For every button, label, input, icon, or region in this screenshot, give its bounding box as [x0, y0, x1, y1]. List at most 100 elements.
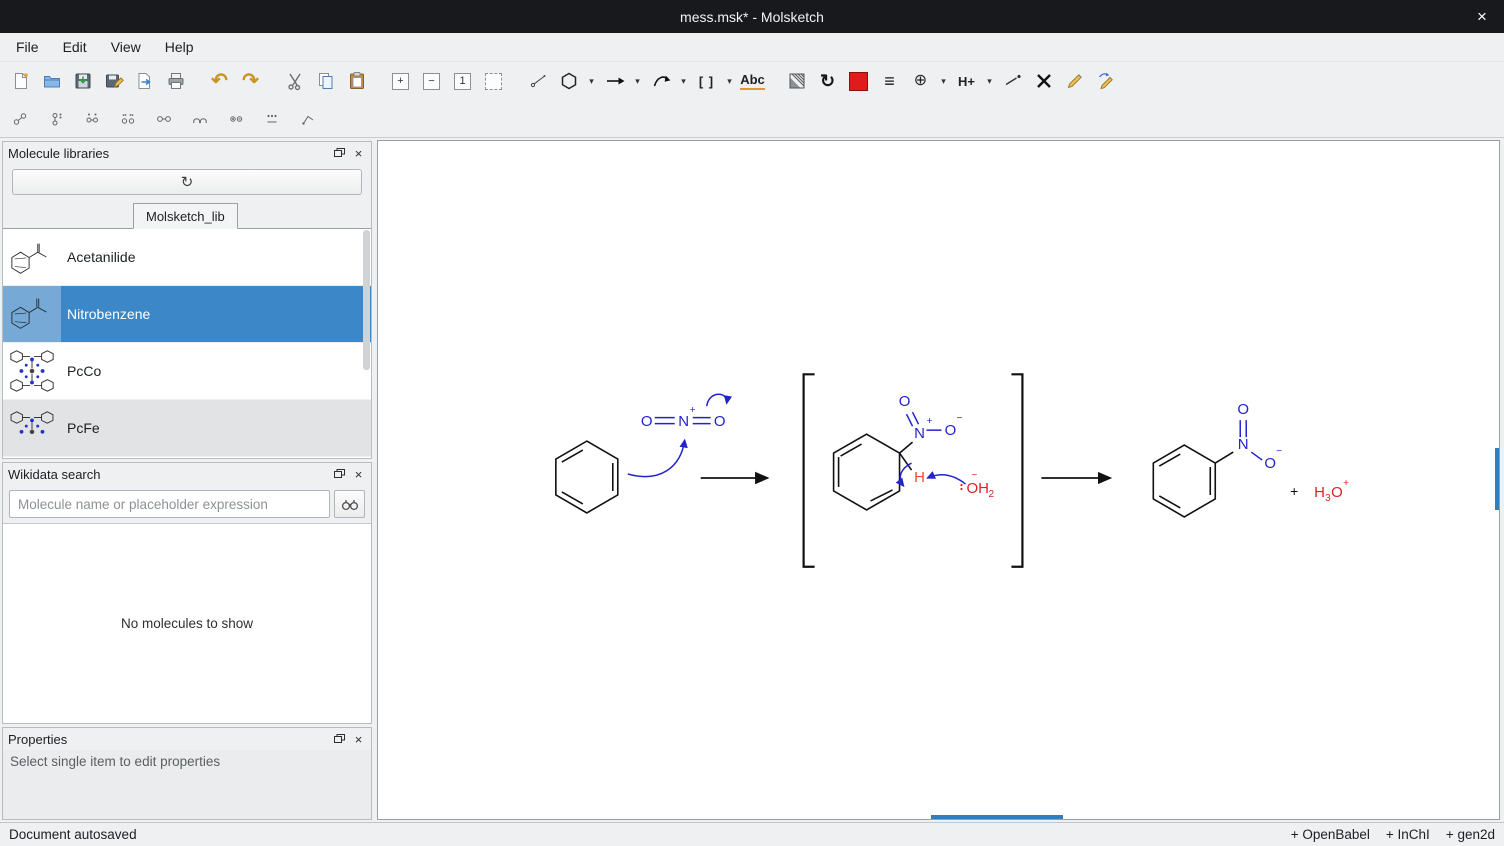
properties-float-button[interactable] [330, 730, 349, 748]
export-image-button[interactable] [129, 66, 160, 97]
lone-pair-tool-button[interactable] [997, 66, 1028, 97]
ring-pair-template-button[interactable] [221, 105, 251, 133]
libraries-close-button[interactable]: × [349, 144, 368, 162]
float-panel-icon [334, 148, 345, 158]
paste-button[interactable] [341, 66, 372, 97]
atom-label-o: O [899, 393, 911, 410]
zoom-fit-button[interactable] [478, 66, 509, 97]
menu-help[interactable]: Help [153, 35, 206, 59]
mechanism-arrow-dropdown[interactable]: ▾ [676, 66, 691, 97]
canvas-vertical-scrollbar[interactable] [1495, 448, 1499, 510]
pencil-arrow-icon [1096, 71, 1116, 91]
menu-file[interactable]: File [4, 35, 51, 59]
ring-tool-dropdown[interactable]: ▾ [584, 66, 599, 97]
menu-view[interactable]: View [99, 35, 153, 59]
hydrogen-tool-dropdown[interactable]: ▾ [982, 66, 997, 97]
libraries-float-button[interactable] [330, 144, 349, 162]
search-input[interactable] [9, 490, 330, 518]
tab-molsketch-lib[interactable]: Molsketch_lib [133, 203, 238, 229]
straight-arrow-icon [605, 71, 625, 91]
mechanism-arrows-step1[interactable] [628, 394, 727, 476]
print-button[interactable] [160, 66, 191, 97]
color-picker-button[interactable] [843, 66, 874, 97]
delete-button[interactable] [1028, 66, 1059, 97]
cut-button[interactable] [279, 66, 310, 97]
properties-close-button[interactable]: × [349, 730, 368, 748]
copy-button[interactable] [310, 66, 341, 97]
hatch-square-icon [787, 71, 807, 91]
edit-tool-button[interactable] [1059, 66, 1090, 97]
new-document-button[interactable] [5, 66, 36, 97]
hydronium-byproduct[interactable]: + H 3 O + [1290, 478, 1349, 504]
bonded-atoms-template-icon [156, 111, 172, 127]
zoom-original-button[interactable]: 1 [447, 66, 478, 97]
charge-label: − [971, 470, 977, 481]
dimer-template-button[interactable] [77, 105, 107, 133]
mechanism-arrows-step2[interactable] [900, 463, 965, 486]
list-item-pcco[interactable]: PcCo [3, 343, 371, 400]
zoom-out-button[interactable]: − [416, 66, 447, 97]
charged-pair-template-button[interactable] [257, 105, 287, 133]
zoom-in-button[interactable]: + [385, 66, 416, 97]
status-bar: Document autosaved + OpenBabel + InChI +… [0, 822, 1504, 846]
reaction-arrow-dropdown[interactable]: ▾ [630, 66, 645, 97]
library-list-scrollbar[interactable] [363, 230, 370, 370]
wikidata-close-button[interactable]: × [349, 465, 368, 483]
delete-x-icon [1034, 71, 1054, 91]
angled-bond-template-button[interactable] [293, 105, 323, 133]
hydrogen-tool-button[interactable]: H+ [951, 66, 982, 97]
nitronium-ion[interactable]: O N + O [641, 405, 726, 430]
redo-button[interactable]: ↷ [235, 66, 266, 97]
draw-bond-button[interactable] [522, 66, 553, 97]
intermediate-brackets[interactable] [804, 374, 1023, 566]
mechanism-arrow-button[interactable] [645, 66, 676, 97]
rotate-button[interactable]: ↻ [812, 66, 843, 97]
charge-tool-dropdown[interactable]: ▾ [936, 66, 951, 97]
hatch-pattern-button[interactable] [781, 66, 812, 97]
orbital-template-icon [192, 111, 208, 127]
bracket-tool-button[interactable]: [ ] [691, 66, 722, 97]
properties-body: Select single item to edit properties [3, 750, 371, 819]
drawing-canvas[interactable]: O N + O [377, 140, 1500, 820]
menu-edit[interactable]: Edit [51, 35, 99, 59]
wikidata-search-row [3, 485, 371, 523]
save-button[interactable] [67, 66, 98, 97]
printer-icon [166, 71, 186, 91]
lone-pair-template-button[interactable] [41, 105, 71, 133]
wikidata-float-button[interactable] [330, 465, 349, 483]
open-file-button[interactable] [36, 66, 67, 97]
save-as-button[interactable] [98, 66, 129, 97]
line-width-button[interactable]: ≡ [874, 66, 905, 97]
nitrobenzene-product[interactable]: O N O − [1153, 401, 1282, 517]
list-item-pcfe[interactable]: PcFe [3, 400, 371, 457]
orbital-template-button[interactable] [185, 105, 215, 133]
lone-pair-icon [1003, 71, 1023, 91]
atom-label-o: O [714, 413, 726, 430]
refresh-libraries-button[interactable]: ↻ [12, 169, 362, 195]
charge-tool-button[interactable]: ⊕ [905, 66, 936, 97]
bonded-atoms-template-button[interactable] [149, 105, 179, 133]
list-item-nitrobenzene[interactable]: Nitrobenzene [3, 286, 371, 343]
benzene-molecule[interactable] [556, 441, 618, 513]
canvas-horizontal-scrollbar[interactable] [931, 815, 1063, 819]
properties-empty-text: Select single item to edit properties [10, 754, 220, 769]
close-window-button[interactable]: × [1460, 0, 1504, 33]
water-nucleophile[interactable]: OH 2 − [960, 470, 994, 500]
text-tool-button[interactable]: Abc [737, 66, 768, 97]
bracket-tool-dropdown[interactable]: ▾ [722, 66, 737, 97]
undo-button[interactable]: ↶ [204, 66, 235, 97]
mechanism-edit-tool-button[interactable] [1090, 66, 1121, 97]
ring-tool-button[interactable] [553, 66, 584, 97]
molecule-name: PcCo [61, 363, 101, 379]
reaction-arrow-button[interactable] [599, 66, 630, 97]
arenium-intermediate[interactable]: O N + O − H [834, 393, 963, 510]
charge-plus-icon: ⊕ [914, 73, 927, 89]
radical-template-button[interactable] [5, 105, 35, 133]
list-item-acetanilide[interactable]: Acetanilide [3, 229, 371, 286]
double-lone-pair-template-button[interactable] [113, 105, 143, 133]
ring-pair-template-icon [228, 111, 244, 127]
charge-label: − [957, 413, 963, 424]
molecule-thumbnail [3, 229, 61, 285]
library-refresh-row: ↻ [3, 164, 371, 201]
search-button[interactable] [334, 490, 365, 518]
